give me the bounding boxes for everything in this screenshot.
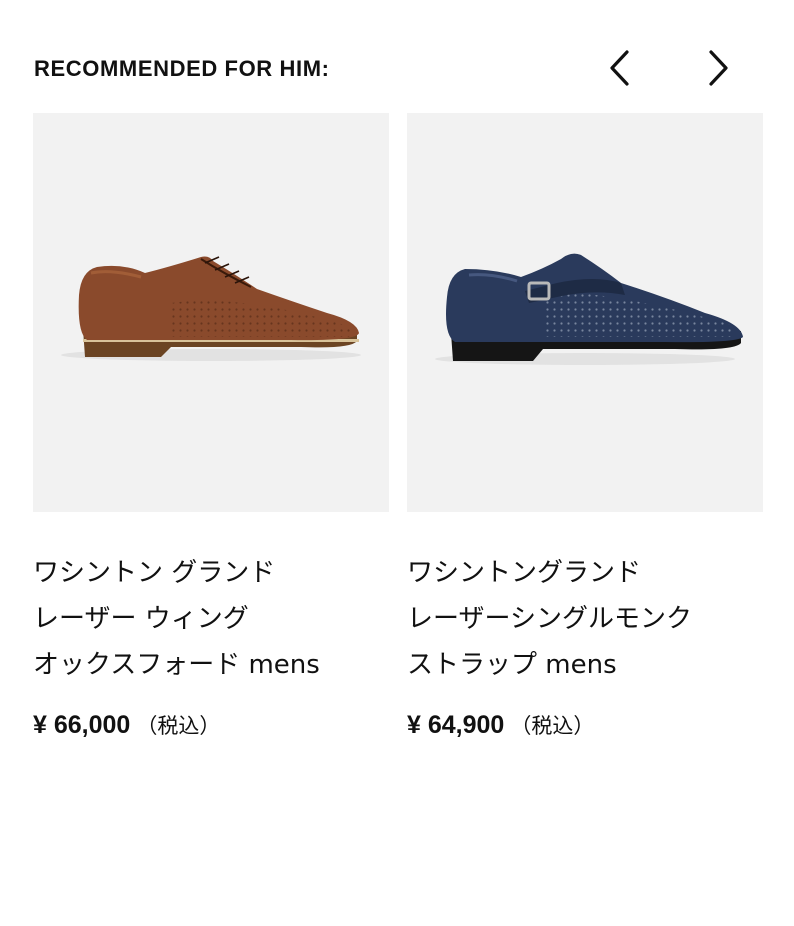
product-price: ¥ 66,000 [33,711,131,739]
product-name-line: レーザー ウィング [33,604,249,634]
tax-note: （税込） [510,714,595,738]
price-row: ¥ 66,000 （税込） [33,710,389,740]
product-name-line: ワシントン グランド [33,558,276,588]
product-name-line: オックスフォード mens [33,650,320,680]
chevron-left-icon [610,50,629,86]
product-image[interactable] [407,113,763,512]
price-row: ¥ 64,900 （税込） [407,710,763,740]
navy-monk-strap-shoe-image [435,253,743,365]
recommendations-header: RECOMMENDED FOR HIM: [34,48,760,88]
product-image[interactable] [33,113,389,512]
product-name[interactable]: ワシントングランド レーザーシングルモンク ストラップ mens [407,550,763,688]
carousel-prev-button[interactable] [600,48,640,88]
section-title: RECOMMENDED FOR HIM: [34,56,330,81]
product-name[interactable]: ワシントン グランド レーザー ウィング オックスフォード mens [33,550,389,688]
product-card[interactable]: ワシントン グランド レーザー ウィング オックスフォード mens ¥ 66,… [33,113,389,740]
carousel-next-button[interactable] [698,48,738,88]
product-price: ¥ 64,900 [407,711,505,739]
brown-oxford-shoe-image [61,255,361,361]
product-card[interactable]: ワシントングランド レーザーシングルモンク ストラップ mens ¥ 64,90… [407,113,763,740]
tax-note: （税込） [136,714,221,738]
product-name-line: ストラップ mens [407,650,617,680]
chevron-right-icon [709,50,728,86]
product-name-line: ワシントングランド [407,558,642,588]
product-name-line: レーザーシングルモンク [407,604,692,634]
